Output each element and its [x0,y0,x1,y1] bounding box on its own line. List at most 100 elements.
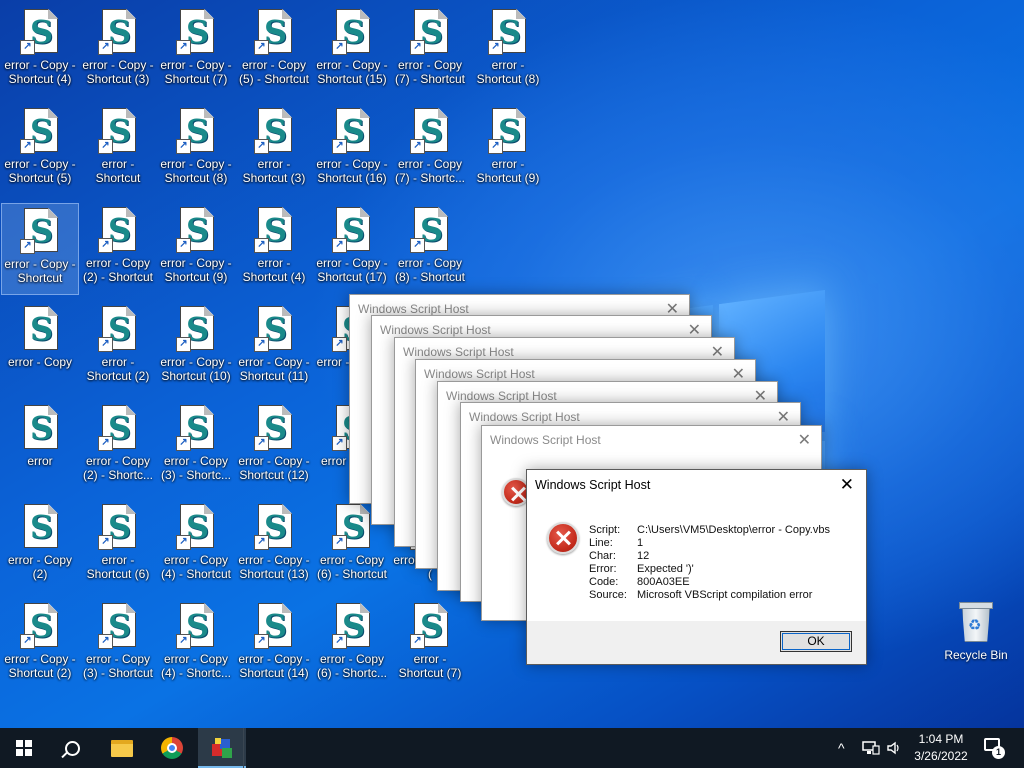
desktop-icon[interactable]: S ↗ error - Copy - Shortcut (5) [1,104,79,196]
field-source: Source: Microsoft VBScript compilation er… [589,589,813,601]
clock-date: 3/26/2022 [914,749,968,763]
desktop-icon[interactable]: S ↗ error - Copy - Shortcut (7) [157,5,235,97]
close-icon[interactable]: ✕ [777,407,790,427]
dialog-title: Windows Script Host [469,410,580,424]
desktop-icon[interactable]: Serror - Copy [1,302,79,394]
desktop-icon[interactable]: Serror - Copy (2) [1,500,79,592]
desktop-icon[interactable]: S ↗ error - Shortcut (6) [79,500,157,592]
action-center-button[interactable]: 1 [982,736,1006,759]
desktop-icon-label: error - Copy (3) - Shortcut [82,652,154,680]
dialog-titlebar[interactable]: Windows Script Host ✕ [482,426,821,456]
network-icon[interactable] [862,728,880,768]
desktop-icon[interactable]: S ↗ error - Copy (3) - Shortc... [157,401,235,493]
dialog-titlebar[interactable]: Windows Script Host ✕ [527,470,866,500]
volume-icon[interactable] [886,728,902,768]
desktop-icon-label: error - Copy - Shortcut (2) [4,652,76,680]
vbs-shortcut-icon: S↗ [488,108,528,154]
desktop-icon[interactable]: S ↗ error - Copy (7) - Shortc... [391,104,469,196]
desktop-icon[interactable]: S ↗ error - Copy - Shortcut (17) [313,203,391,295]
desktop-icon[interactable]: S ↗ error - Copy (4) - Shortc... [157,599,235,691]
close-icon[interactable]: ✕ [840,475,854,495]
vbs-shortcut-icon: S↗ [332,9,372,55]
desktop-icon[interactable]: S ↗ error - Copy - Shortcut (14) [235,599,313,691]
desktop-icon[interactable]: S ↗ error - Copy (6) - Shortc... [313,599,391,691]
desktop-icon[interactable]: S ↗ error - Shortcut (7) [391,599,469,691]
desktop-icon-label: error - Copy - Shortcut (12) [238,454,310,482]
desktop-icon[interactable]: S ↗ error - Copy - Shortcut (10) [157,302,235,394]
clock-time: 1:04 PM [918,732,964,746]
desktop-icon-label: error - Shortcut (6) [86,553,150,581]
chrome-icon [161,737,183,759]
desktop-icon[interactable]: S ↗ error - Copy - Shortcut (8) [157,104,235,196]
desktop-icon[interactable]: S ↗ error - Copy - Shortcut (9) [157,203,235,295]
desktop-icon[interactable]: S ↗ error - Copy - Shortcut (3) [79,5,157,97]
desktop-icon-label: error - Copy (5) - Shortcut [238,58,310,86]
desktop-icon[interactable]: S ↗ error - Copy (5) - Shortcut [235,5,313,97]
vbs-shortcut-icon: S↗ [98,306,138,352]
desktop-icon[interactable]: S ↗ error - Shortcut (4) [235,203,313,295]
desktop-icon[interactable]: S ↗ error - Copy (4) - Shortcut [157,500,235,592]
taskbar-divider [243,728,244,768]
desktop-icon[interactable]: S ↗ error - Copy - Shortcut (15) [313,5,391,97]
recycle-bin[interactable]: ♻ Recycle Bin [942,602,1010,662]
field-code: Code: 800A03EE [589,576,690,588]
desktop-icon-label: error - Copy (6) - Shortc... [316,652,387,680]
desktop-icon[interactable]: S ↗ error - Copy (8) - Shortcut [391,203,469,295]
desktop-icon[interactable]: S ↗ error - Copy - Shortcut (13) [235,500,313,592]
search-icon [64,740,80,756]
desktop-icon-label: error - Copy (7) - Shortc... [394,157,465,185]
desktop-icon[interactable]: S ↗ error - Shortcut (9) [469,104,547,196]
desktop-icon[interactable]: S ↗ error - Copy - Shortcut [1,203,79,295]
desktop-icon[interactable]: S ↗ error - Shortcut (8) [469,5,547,97]
desktop-icon-label: error - Shortcut (8) [476,58,540,86]
close-icon[interactable]: ✕ [798,430,811,450]
show-hidden-icons[interactable]: ^ [838,728,845,768]
vbs-shortcut-icon: S↗ [254,603,294,649]
vbs-shortcut-icon: S↗ [176,108,216,154]
vbs-shortcut-icon: S↗ [176,9,216,55]
dialog-title: Windows Script Host [535,478,651,492]
desktop-icon-label: error - Copy - Shortcut [4,257,76,285]
field-error: Error: Expected ')' [589,563,694,575]
vbs-shortcut-icon: S↗ [410,603,450,649]
desktop-icon[interactable]: Serror [1,401,79,493]
vbs-shortcut-icon: S↗ [332,504,372,550]
desktop-icon-label: error - Copy - Shortcut (13) [238,553,310,581]
taskbar-windows-script-host[interactable] [198,728,246,768]
desktop-icon[interactable]: S ↗ error - Shortcut (2) [79,302,157,394]
desktop-icon-label: error - Shortcut (4) [242,256,306,284]
desktop-icon[interactable]: S ↗ error - Copy (2) - Shortc... [79,401,157,493]
desktop-icon-label: error - Copy (2) - Shortc... [82,454,153,482]
vbs-shortcut-icon: S↗ [488,9,528,55]
windows-start-icon [16,740,32,756]
desktop-icon[interactable]: S ↗ error - Shortcut (3) [235,104,313,196]
vbs-shortcut-icon: S↗ [98,405,138,451]
ok-button[interactable]: OK [780,631,852,652]
chevron-up-icon: ^ [838,740,845,756]
notification-count: 1 [992,746,1005,759]
field-script: Script: C:\Users\VM5\Desktop\error - Copy… [589,524,830,536]
start-button[interactable] [0,728,48,768]
search-button[interactable] [48,728,96,768]
desktop-icon-label: error - Copy - Shortcut (15) [316,58,388,86]
desktop-icon[interactable]: S ↗ error - Copy - Shortcut (11) [235,302,313,394]
desktop-icon[interactable]: S ↗ error - Copy - Shortcut (4) [1,5,79,97]
desktop-icon[interactable]: S ↗ error - Copy (7) - Shortcut [391,5,469,97]
taskbar-file-explorer[interactable] [98,728,146,768]
vbs-shortcut-icon: S↗ [20,603,60,649]
desktop-icon-label: error - Copy - Shortcut (7) [160,58,232,86]
desktop-icon[interactable]: S ↗ error - Shortcut [79,104,157,196]
desktop-icon[interactable]: S ↗ error - Copy - Shortcut (12) [235,401,313,493]
desktop-icon[interactable]: S ↗ error - Copy - Shortcut (16) [313,104,391,196]
desktop-icon[interactable]: S ↗ error - Copy - Shortcut (2) [1,599,79,691]
clock[interactable]: 1:04 PM 3/26/2022 [905,731,977,765]
desktop-icon[interactable]: S ↗ error - Copy (3) - Shortcut [79,599,157,691]
desktop-icon[interactable]: S ↗ error - Copy (2) - Shortcut [79,203,157,295]
vbs-file-icon: S [20,405,60,451]
desktop-icon-label: error - Copy (4) - Shortcut [160,553,232,581]
vbs-shortcut-icon: S↗ [254,405,294,451]
vbs-shortcut-icon: S↗ [98,108,138,154]
desktop-icon-label: error - Copy - Shortcut (14) [238,652,310,680]
taskbar-chrome[interactable] [148,728,196,768]
desktop-icon-label: error - Copy [7,355,72,369]
